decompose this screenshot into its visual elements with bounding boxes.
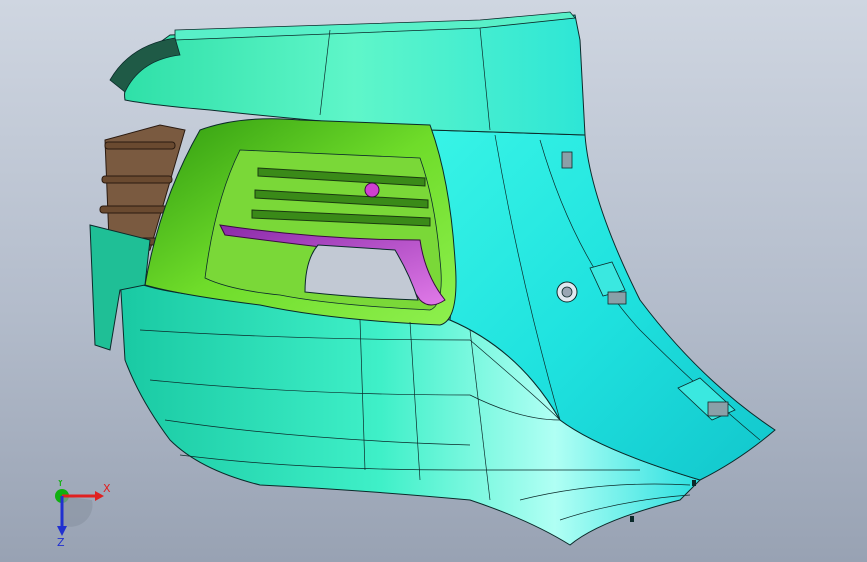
z-axis-arrow xyxy=(57,526,67,536)
side-slot-5 xyxy=(707,401,729,417)
z-axis-label: Z xyxy=(57,536,65,549)
3d-viewport[interactable]: X Y Z xyxy=(0,0,867,562)
bumper-model[interactable] xyxy=(0,0,867,562)
sensor-hole xyxy=(364,182,380,198)
side-slot-1 xyxy=(561,151,573,169)
y-axis-label: Y xyxy=(56,480,64,489)
washer-nozzle-inner xyxy=(561,286,573,298)
x-axis-label: X xyxy=(103,482,111,495)
triad-shadow xyxy=(62,496,93,527)
axis-triad: X Y Z xyxy=(55,480,111,549)
side-slot-3 xyxy=(607,291,627,305)
